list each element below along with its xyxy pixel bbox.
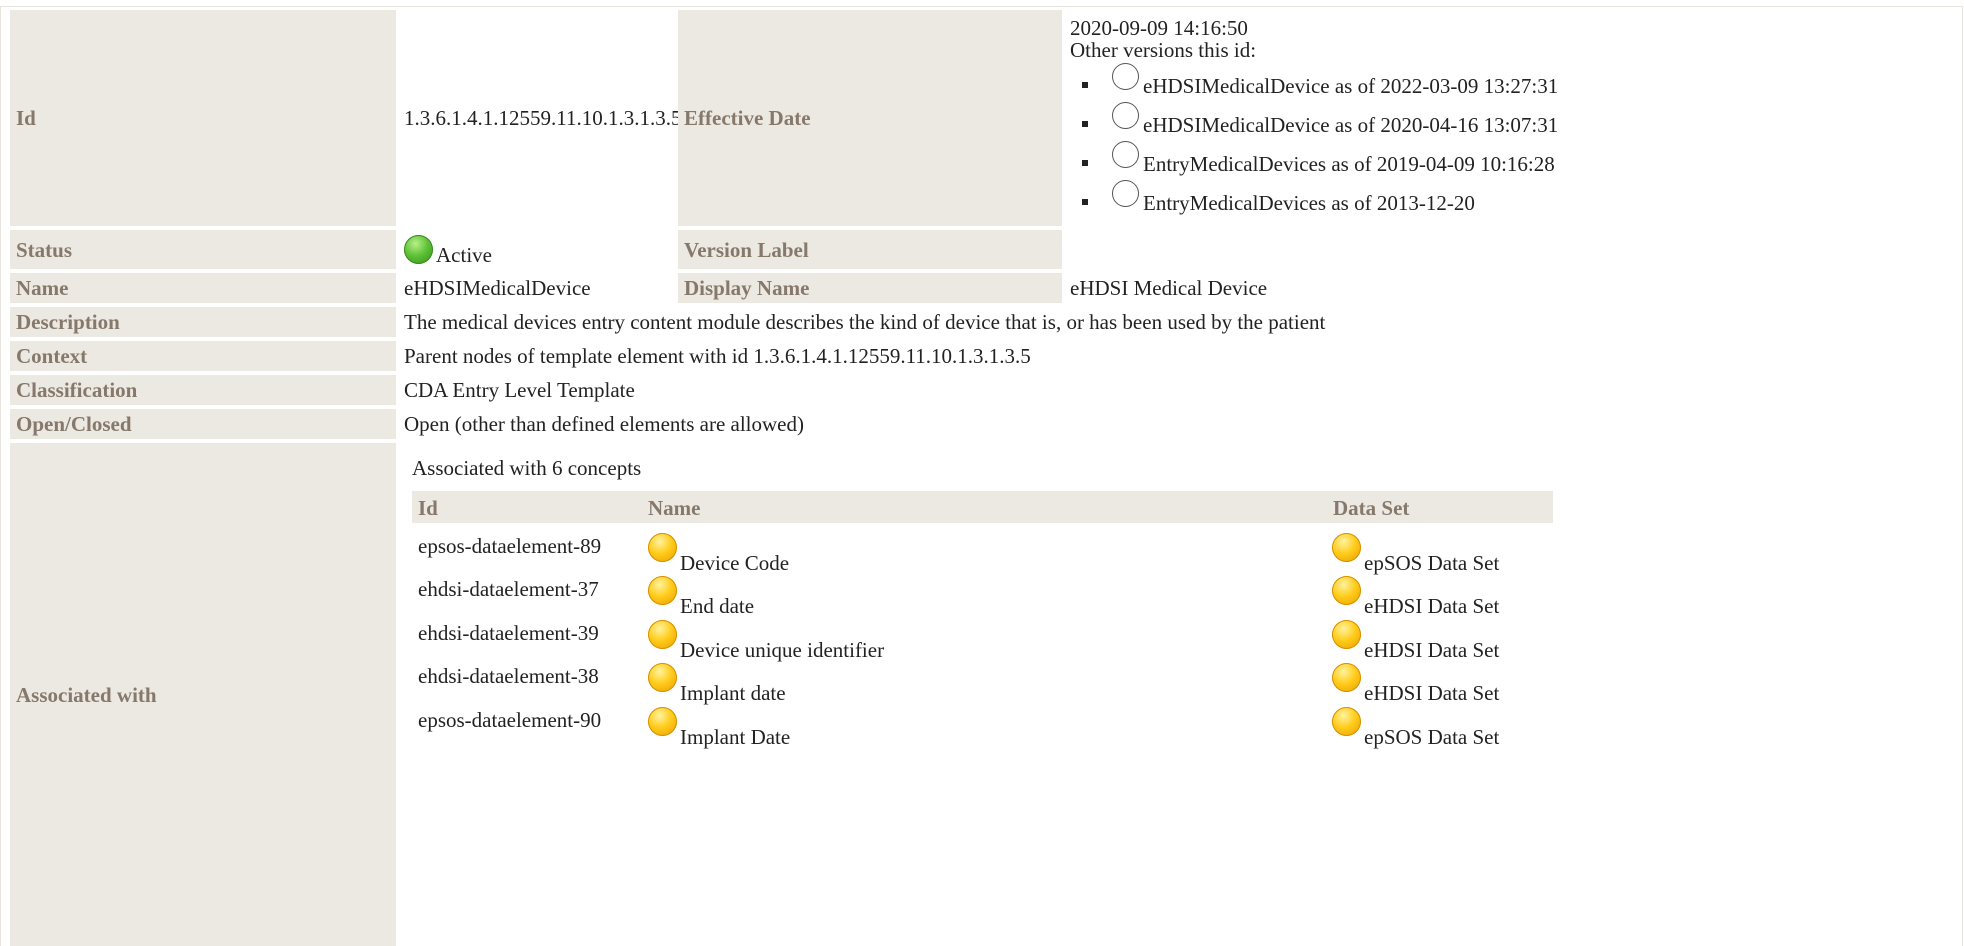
description-label: Description	[10, 307, 396, 337]
open-closed-label: Open/Closed	[10, 409, 396, 439]
id-value: 1.3.6.1.4.1.12559.11.10.1.3.1.3.5	[404, 106, 682, 130]
effective-date-value: 2020-09-09 14:16:50	[1070, 16, 1248, 40]
green-status-dot-icon	[404, 235, 433, 264]
bullet-icon	[1082, 82, 1088, 88]
open-closed-value: Open (other than defined elements are al…	[404, 412, 804, 436]
display-name-value: eHDSI Medical Device	[1070, 276, 1268, 300]
status-value-cell: Active	[396, 230, 678, 269]
concept-dataset[interactable]: epSOS Data Set	[1364, 725, 1499, 749]
version-link[interactable]: eHDSIMedicalDevice as of 2022-03-09 13:2…	[1143, 74, 1558, 98]
concept-name[interactable]: End date	[680, 594, 754, 618]
concept-dataset[interactable]: epSOS Data Set	[1364, 551, 1499, 575]
concept-id[interactable]: ehdsi-dataelement-38	[418, 664, 599, 688]
column-header-id: Id	[418, 496, 438, 520]
table-row: ehdsi-dataelement-39 Device unique ident…	[412, 618, 1553, 662]
table-row: epsos-dataelement-89 Device Code epSOS D…	[412, 531, 1553, 575]
version-item[interactable]: eHDSIMedicalDevice as of 2020-04-16 13:0…	[1062, 99, 1962, 139]
classification-label: Classification	[10, 375, 396, 405]
context-label: Context	[10, 341, 396, 371]
concept-name[interactable]: Device unique identifier	[680, 638, 884, 662]
concept-name[interactable]: Device Code	[680, 551, 789, 575]
concept-id[interactable]: epsos-dataelement-90	[418, 708, 601, 732]
concept-name[interactable]: Implant date	[680, 681, 786, 705]
radio-button[interactable]	[1112, 180, 1139, 207]
table-row: epsos-dataelement-90 Implant Date epSOS …	[412, 705, 1553, 749]
concept-name[interactable]: Implant Date	[680, 725, 790, 749]
concept-status-dot-icon	[648, 533, 677, 562]
dataset-status-dot-icon	[1332, 576, 1361, 605]
version-link[interactable]: EntryMedicalDevices as of 2013-12-20	[1143, 191, 1475, 215]
concept-status-dot-icon	[648, 707, 677, 736]
concept-id[interactable]: epsos-dataelement-89	[418, 534, 601, 558]
column-header-name: Name	[648, 496, 701, 520]
effective-date-panel: 2020-09-09 14:16:50 Other versions this …	[1062, 10, 1962, 226]
version-item[interactable]: eHDSIMedicalDevice as of 2022-03-09 13:2…	[1062, 60, 1962, 100]
associated-summary: Associated with 6 concepts	[412, 456, 642, 480]
bullet-icon	[1082, 121, 1088, 127]
bullet-icon	[1082, 199, 1088, 205]
dataset-status-dot-icon	[1332, 707, 1361, 736]
dataset-status-dot-icon	[1332, 663, 1361, 692]
concept-status-dot-icon	[648, 663, 677, 692]
concept-id[interactable]: ehdsi-dataelement-37	[418, 577, 599, 601]
status-label: Status	[10, 230, 396, 269]
description-value: The medical devices entry content module…	[404, 310, 1326, 334]
concept-status-dot-icon	[648, 576, 677, 605]
classification-value: CDA Entry Level Template	[404, 378, 635, 402]
concept-dataset[interactable]: eHDSI Data Set	[1364, 594, 1499, 618]
version-link[interactable]: eHDSIMedicalDevice as of 2020-04-16 13:0…	[1143, 113, 1558, 137]
concept-status-dot-icon	[648, 620, 677, 649]
version-label-label: Version Label	[678, 230, 1062, 269]
associated-with-panel: Associated with 6 concepts Id Name Data …	[396, 443, 1962, 946]
radio-button[interactable]	[1112, 141, 1139, 168]
version-item[interactable]: EntryMedicalDevices as of 2013-12-20	[1062, 177, 1962, 217]
version-link[interactable]: EntryMedicalDevices as of 2019-04-09 10:…	[1143, 152, 1555, 176]
dataset-status-dot-icon	[1332, 533, 1361, 562]
other-versions-label: Other versions this id:	[1070, 38, 1257, 62]
display-name-label: Display Name	[678, 273, 1062, 303]
context-value: Parent nodes of template element with id…	[404, 344, 1031, 368]
bullet-icon	[1082, 160, 1088, 166]
radio-button[interactable]	[1112, 63, 1139, 90]
associated-with-label: Associated with	[10, 443, 396, 946]
effective-date-label: Effective Date	[678, 10, 1062, 226]
table-row: ehdsi-dataelement-38 Implant date eHDSI …	[412, 661, 1553, 705]
concepts-table-header-dataset: Data Set	[1327, 491, 1551, 523]
name-value: eHDSIMedicalDevice	[404, 276, 591, 300]
radio-button[interactable]	[1112, 102, 1139, 129]
version-item[interactable]: EntryMedicalDevices as of 2019-04-09 10:…	[1062, 138, 1962, 178]
concept-dataset[interactable]: eHDSI Data Set	[1364, 638, 1499, 662]
concept-id[interactable]: ehdsi-dataelement-39	[418, 621, 599, 645]
name-label: Name	[10, 273, 396, 303]
status-value: Active	[436, 243, 492, 267]
id-label: Id	[10, 10, 396, 226]
table-row: ehdsi-dataelement-37 End date eHDSI Data…	[412, 574, 1553, 618]
version-label-value	[1062, 230, 1962, 269]
concepts-table-header-name: Name	[642, 491, 1324, 523]
column-header-dataset: Data Set	[1333, 496, 1410, 520]
dataset-status-dot-icon	[1332, 620, 1361, 649]
concept-dataset[interactable]: eHDSI Data Set	[1364, 681, 1499, 705]
